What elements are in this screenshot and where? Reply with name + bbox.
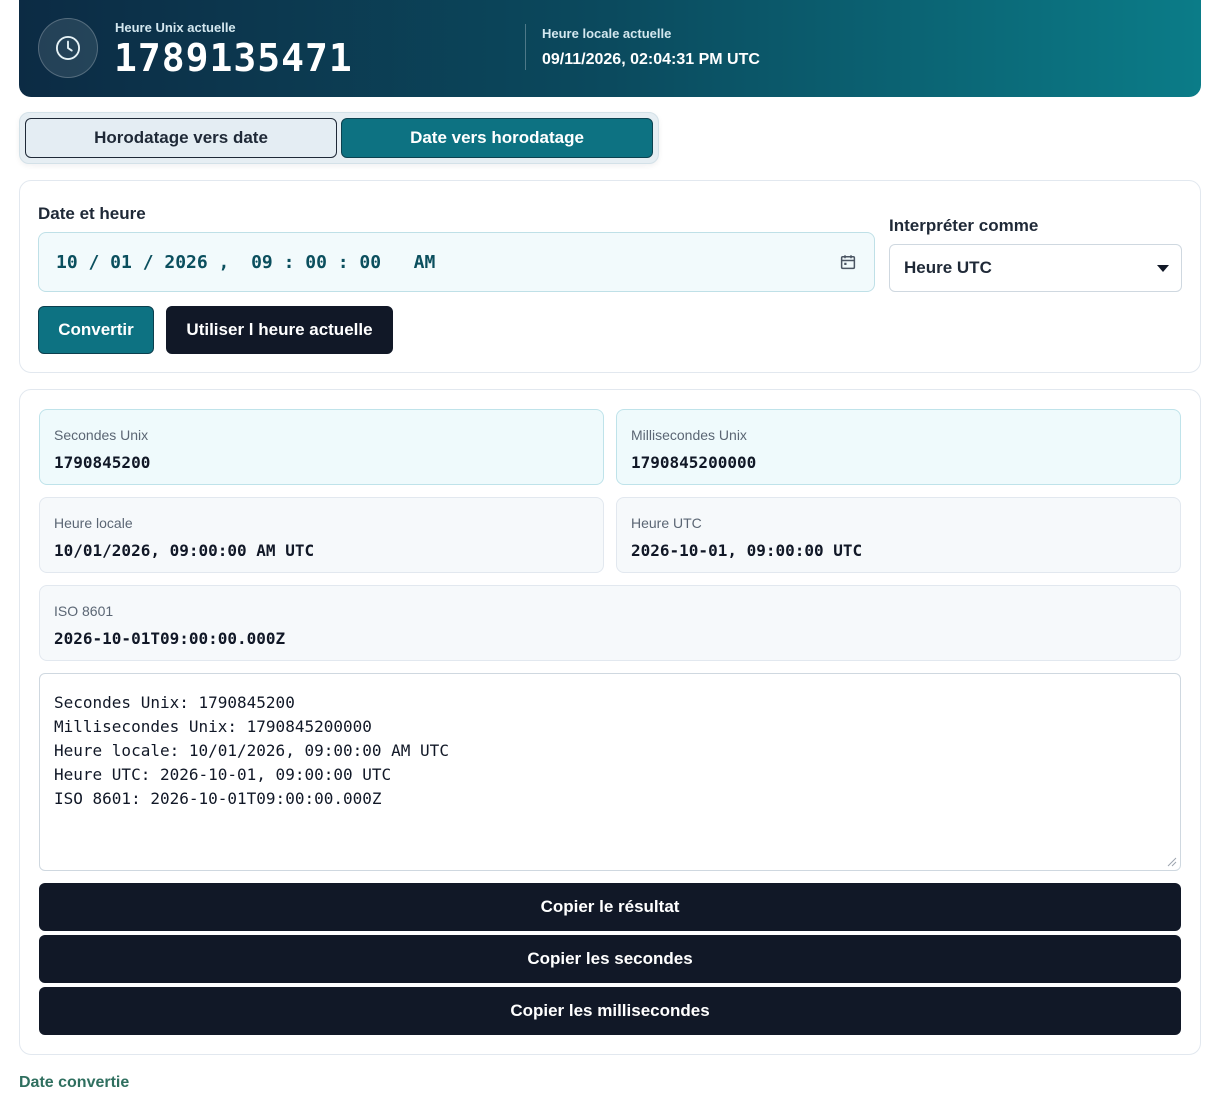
unix-milliseconds-label: Millisecondes Unix <box>631 427 747 443</box>
summary-line: Heure UTC: 2026-10-01, 09:00:00 UTC <box>54 765 392 784</box>
summary-line: Secondes Unix: 1790845200 <box>54 693 295 712</box>
datetime-input[interactable]: 10 / 01 / 2026 , 09 : 00 : 00 AM <box>38 232 875 292</box>
utc-time-value: 2026-10-01, 09:00:00 UTC <box>631 541 863 560</box>
result-summary-textarea[interactable]: Secondes Unix: 1790845200 Millisecondes … <box>39 673 1181 871</box>
current-unix-label: Heure Unix actuelle <box>115 20 236 35</box>
timezone-select[interactable]: Heure UTC <box>889 244 1182 292</box>
unix-milliseconds-value: 1790845200000 <box>631 453 757 472</box>
local-time-box: Heure locale 10/01/2026, 09:00:00 AM UTC <box>39 497 604 573</box>
current-unix-value: 1789135471 <box>114 36 353 80</box>
banner-divider <box>525 24 526 70</box>
iso-8601-box: ISO 8601 2026-10-01T09:00:00.000Z <box>39 585 1181 661</box>
timezone-select-value: Heure UTC <box>904 258 992 277</box>
utc-time-label: Heure UTC <box>631 515 702 531</box>
unix-milliseconds-box: Millisecondes Unix 1790845200000 <box>616 409 1181 485</box>
copy-result-button[interactable]: Copier le résultat <box>39 883 1181 931</box>
resize-handle-icon[interactable] <box>1167 857 1177 867</box>
current-local-label: Heure locale actuelle <box>542 26 672 41</box>
current-local-value: 09/11/2026, 02:04:31 PM UTC <box>542 51 760 68</box>
calendar-icon[interactable] <box>839 253 857 271</box>
datetime-label: Date et heure <box>38 204 146 223</box>
mode-tabs: Horodatage vers date Date vers horodatag… <box>19 112 659 164</box>
convert-button[interactable]: Convertir <box>38 306 154 354</box>
use-current-time-button[interactable]: Utiliser l heure actuelle <box>166 306 393 354</box>
iso-8601-label: ISO 8601 <box>54 603 114 619</box>
chevron-down-icon <box>1157 265 1169 272</box>
local-time-label: Heure locale <box>54 515 133 531</box>
tab-date-to-timestamp[interactable]: Date vers horodatage <box>341 118 653 158</box>
summary-line: Millisecondes Unix: 1790845200000 <box>54 717 372 736</box>
current-time-banner: Heure Unix actuelle 1789135471 Heure loc… <box>19 0 1201 97</box>
local-time-value: 10/01/2026, 09:00:00 AM UTC <box>54 541 315 560</box>
copy-milliseconds-button[interactable]: Copier les millisecondes <box>39 987 1181 1035</box>
converted-date-heading: Date convertie <box>19 1074 130 1091</box>
clock-icon <box>55 35 81 61</box>
summary-line: Heure locale: 10/01/2026, 09:00:00 AM UT… <box>54 741 449 760</box>
unix-seconds-label: Secondes Unix <box>54 427 149 443</box>
utc-time-box: Heure UTC 2026-10-01, 09:00:00 UTC <box>616 497 1181 573</box>
date-input-card: Date et heure 10 / 01 / 2026 , 09 : 00 :… <box>19 180 1201 373</box>
result-card: Secondes Unix 1790845200 Millisecondes U… <box>19 389 1201 1055</box>
clock-badge <box>38 18 98 78</box>
unix-seconds-value: 1790845200 <box>54 453 151 472</box>
summary-line: ISO 8601: 2026-10-01T09:00:00.000Z <box>54 789 382 808</box>
tab-timestamp-to-date[interactable]: Horodatage vers date <box>25 118 337 158</box>
datetime-input-value: 10 / 01 / 2026 , 09 : 00 : 00 AM <box>56 251 436 273</box>
copy-seconds-button[interactable]: Copier les secondes <box>39 935 1181 983</box>
iso-8601-value: 2026-10-01T09:00:00.000Z <box>54 629 286 648</box>
interpret-label: Interpréter comme <box>889 216 1039 235</box>
unix-seconds-box: Secondes Unix 1790845200 <box>39 409 604 485</box>
